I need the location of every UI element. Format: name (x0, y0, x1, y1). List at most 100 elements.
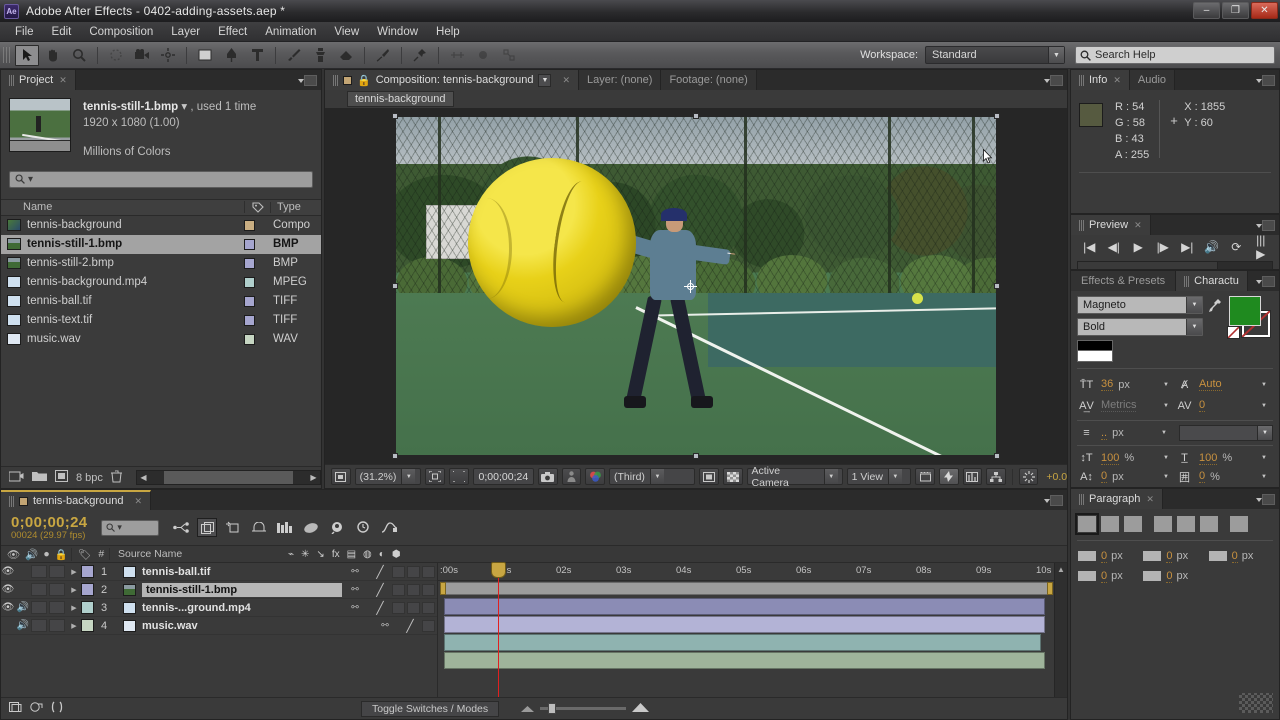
shape-tool[interactable] (193, 45, 217, 66)
resolution-select[interactable]: (Third) ▼ (609, 468, 695, 485)
graph-editor-toggle-icon[interactable] (51, 701, 63, 716)
tennis-ball-layer[interactable] (468, 158, 636, 327)
magnification-select[interactable]: (31.2%) ▼ (355, 468, 422, 485)
layer-name[interactable]: tennis-still-1.bmp (142, 583, 342, 597)
menu-edit[interactable]: Edit (43, 24, 81, 40)
graph-editor-icon[interactable] (327, 518, 347, 537)
zoom-out-icon[interactable] (521, 703, 534, 715)
label-swatch[interactable] (244, 277, 255, 288)
parent-pickwhip-icon[interactable]: ⚯ (342, 566, 368, 577)
list-item[interactable]: tennis-still-2.bmp BMP (1, 254, 321, 273)
pixel-aspect-correction-button[interactable] (915, 468, 935, 485)
composition-viewer[interactable] (325, 108, 1067, 464)
tab-timeline-comp[interactable]: tennis-background ✕ (1, 490, 151, 510)
switch-box[interactable] (407, 584, 420, 596)
parent-pickwhip-icon[interactable]: ⚯ (372, 620, 398, 631)
switch-box[interactable] (392, 602, 405, 614)
tab-effects-presets[interactable]: Effects & Presets (1071, 271, 1176, 291)
tab-character[interactable]: Charactu (1176, 271, 1248, 291)
composition-canvas[interactable] (396, 117, 996, 455)
anchor-point-icon[interactable] (684, 280, 697, 293)
3d-switch-icon[interactable]: ⬢ (392, 549, 401, 560)
menu-animation[interactable]: Animation (256, 24, 325, 40)
toggle-switches-icon[interactable] (30, 701, 43, 716)
rotation-tool[interactable] (104, 45, 128, 66)
scroll-left-icon[interactable]: ◀ (137, 473, 150, 482)
video-toggle[interactable]: 👁 (1, 584, 15, 595)
list-item[interactable]: tennis-background Compo (1, 216, 321, 235)
snapping-icon[interactable] (497, 45, 521, 66)
tab-layer[interactable]: Layer: (none) (579, 70, 661, 90)
selection-handle[interactable] (392, 283, 398, 289)
previous-frame-button[interactable]: ◀| (1105, 240, 1123, 254)
tag-icon[interactable]: 🏷 (78, 548, 91, 561)
switch-box[interactable] (407, 602, 420, 614)
selection-handle[interactable] (392, 113, 398, 119)
switch-box[interactable] (392, 584, 405, 596)
solo-toggle[interactable] (31, 601, 47, 614)
type-tool[interactable] (245, 45, 269, 66)
brainstorm-icon[interactable] (275, 518, 295, 537)
label-swatch[interactable] (244, 296, 255, 307)
quality-switch[interactable]: ╱ (368, 583, 392, 597)
timeline-search-input[interactable]: ▾ (101, 520, 159, 536)
close-icon[interactable]: ✕ (1113, 75, 1121, 86)
table-row[interactable]: 👁 🔊 ▶ 3 tennis-...ground.mp4 ⚯ ╱ (1, 599, 437, 617)
motion-blur-switch-icon[interactable]: ◍ (363, 549, 372, 560)
panel-menu-icon[interactable] (1050, 495, 1063, 506)
chevron-down-icon[interactable]: ▼ (1163, 403, 1175, 409)
kerning-field[interactable]: A͢V Metrics ▼ (1077, 399, 1175, 412)
video-toggle[interactable]: 👁 (1, 566, 15, 577)
audio-toggle[interactable]: 🔊 (15, 602, 31, 613)
list-item[interactable]: tennis-still-1.bmp BMP (1, 235, 321, 254)
default-colors-swatch[interactable] (1077, 340, 1113, 362)
expand-triangle-icon[interactable]: ▶ (67, 622, 81, 630)
chevron-down-icon[interactable]: ▼ (1261, 382, 1273, 388)
chevron-down-icon[interactable]: ▼ (1261, 455, 1273, 461)
view-layout-select[interactable]: 1 View ▼ (847, 468, 912, 485)
project-search-input[interactable]: ▾ (9, 171, 313, 188)
label-swatch[interactable] (244, 239, 255, 250)
zoom-track[interactable] (540, 707, 626, 710)
solo-toggle[interactable] (31, 583, 47, 596)
chevron-down-icon[interactable]: ▼ (1163, 474, 1175, 480)
panel-menu-icon[interactable] (1262, 75, 1275, 86)
exposure-reset-icon[interactable] (1019, 468, 1039, 485)
next-frame-button[interactable]: |▶ (1154, 240, 1172, 254)
lock-toggle[interactable] (49, 565, 65, 578)
fill-color-swatch[interactable] (1229, 296, 1261, 326)
chevron-down-icon[interactable]: ▼ (1261, 474, 1273, 480)
collapse-switch-icon[interactable]: ✳ (301, 549, 309, 560)
exposure-value[interactable]: +0.0 (1046, 471, 1067, 483)
selection-tool[interactable] (15, 45, 39, 66)
table-row[interactable]: 👁 ▶ 2 tennis-still-1.bmp ⚯ ╱ (1, 581, 437, 599)
horizontal-scale-field[interactable]: T̲ 100 % ▼ (1175, 452, 1273, 465)
interpret-footage-icon[interactable] (9, 470, 24, 485)
new-folder-icon[interactable] (32, 470, 47, 485)
scroll-right-icon[interactable]: ▶ (307, 473, 320, 482)
solo-toggle[interactable] (31, 565, 47, 578)
close-icon[interactable]: ✕ (562, 75, 570, 86)
video-toggle-header-icon[interactable]: 👁 (7, 548, 20, 561)
fast-previews-button[interactable] (939, 468, 959, 485)
layer-name[interactable]: music.wav (142, 620, 372, 632)
baseline-shift-field[interactable]: A↕ 0 px ▼ (1077, 470, 1175, 483)
tracking-field[interactable]: AV 0 ▼ (1175, 399, 1273, 412)
shy-switch-icon[interactable]: ⌁ (288, 549, 294, 560)
clone-stamp-tool[interactable] (308, 45, 332, 66)
hand-tool[interactable] (41, 45, 65, 66)
menu-window[interactable]: Window (368, 24, 427, 40)
toggle-transparency-grid-button[interactable] (723, 468, 743, 485)
roto-brush-tool[interactable] (371, 45, 395, 66)
selection-handle[interactable] (693, 453, 699, 459)
menu-effect[interactable]: Effect (209, 24, 256, 40)
eyedropper-icon[interactable] (1208, 296, 1222, 317)
parent-pickwhip-icon[interactable]: ⚯ (342, 602, 368, 613)
chevron-down-icon[interactable]: ▼ (538, 74, 551, 87)
menu-composition[interactable]: Composition (80, 24, 162, 40)
transparency-grid-button[interactable] (449, 468, 469, 485)
chevron-down-icon[interactable]: ▼ (1161, 430, 1173, 436)
lock-toggle[interactable] (49, 601, 65, 614)
channel-select-button[interactable] (585, 468, 605, 485)
chevron-down-icon[interactable]: ▾ (181, 101, 187, 113)
